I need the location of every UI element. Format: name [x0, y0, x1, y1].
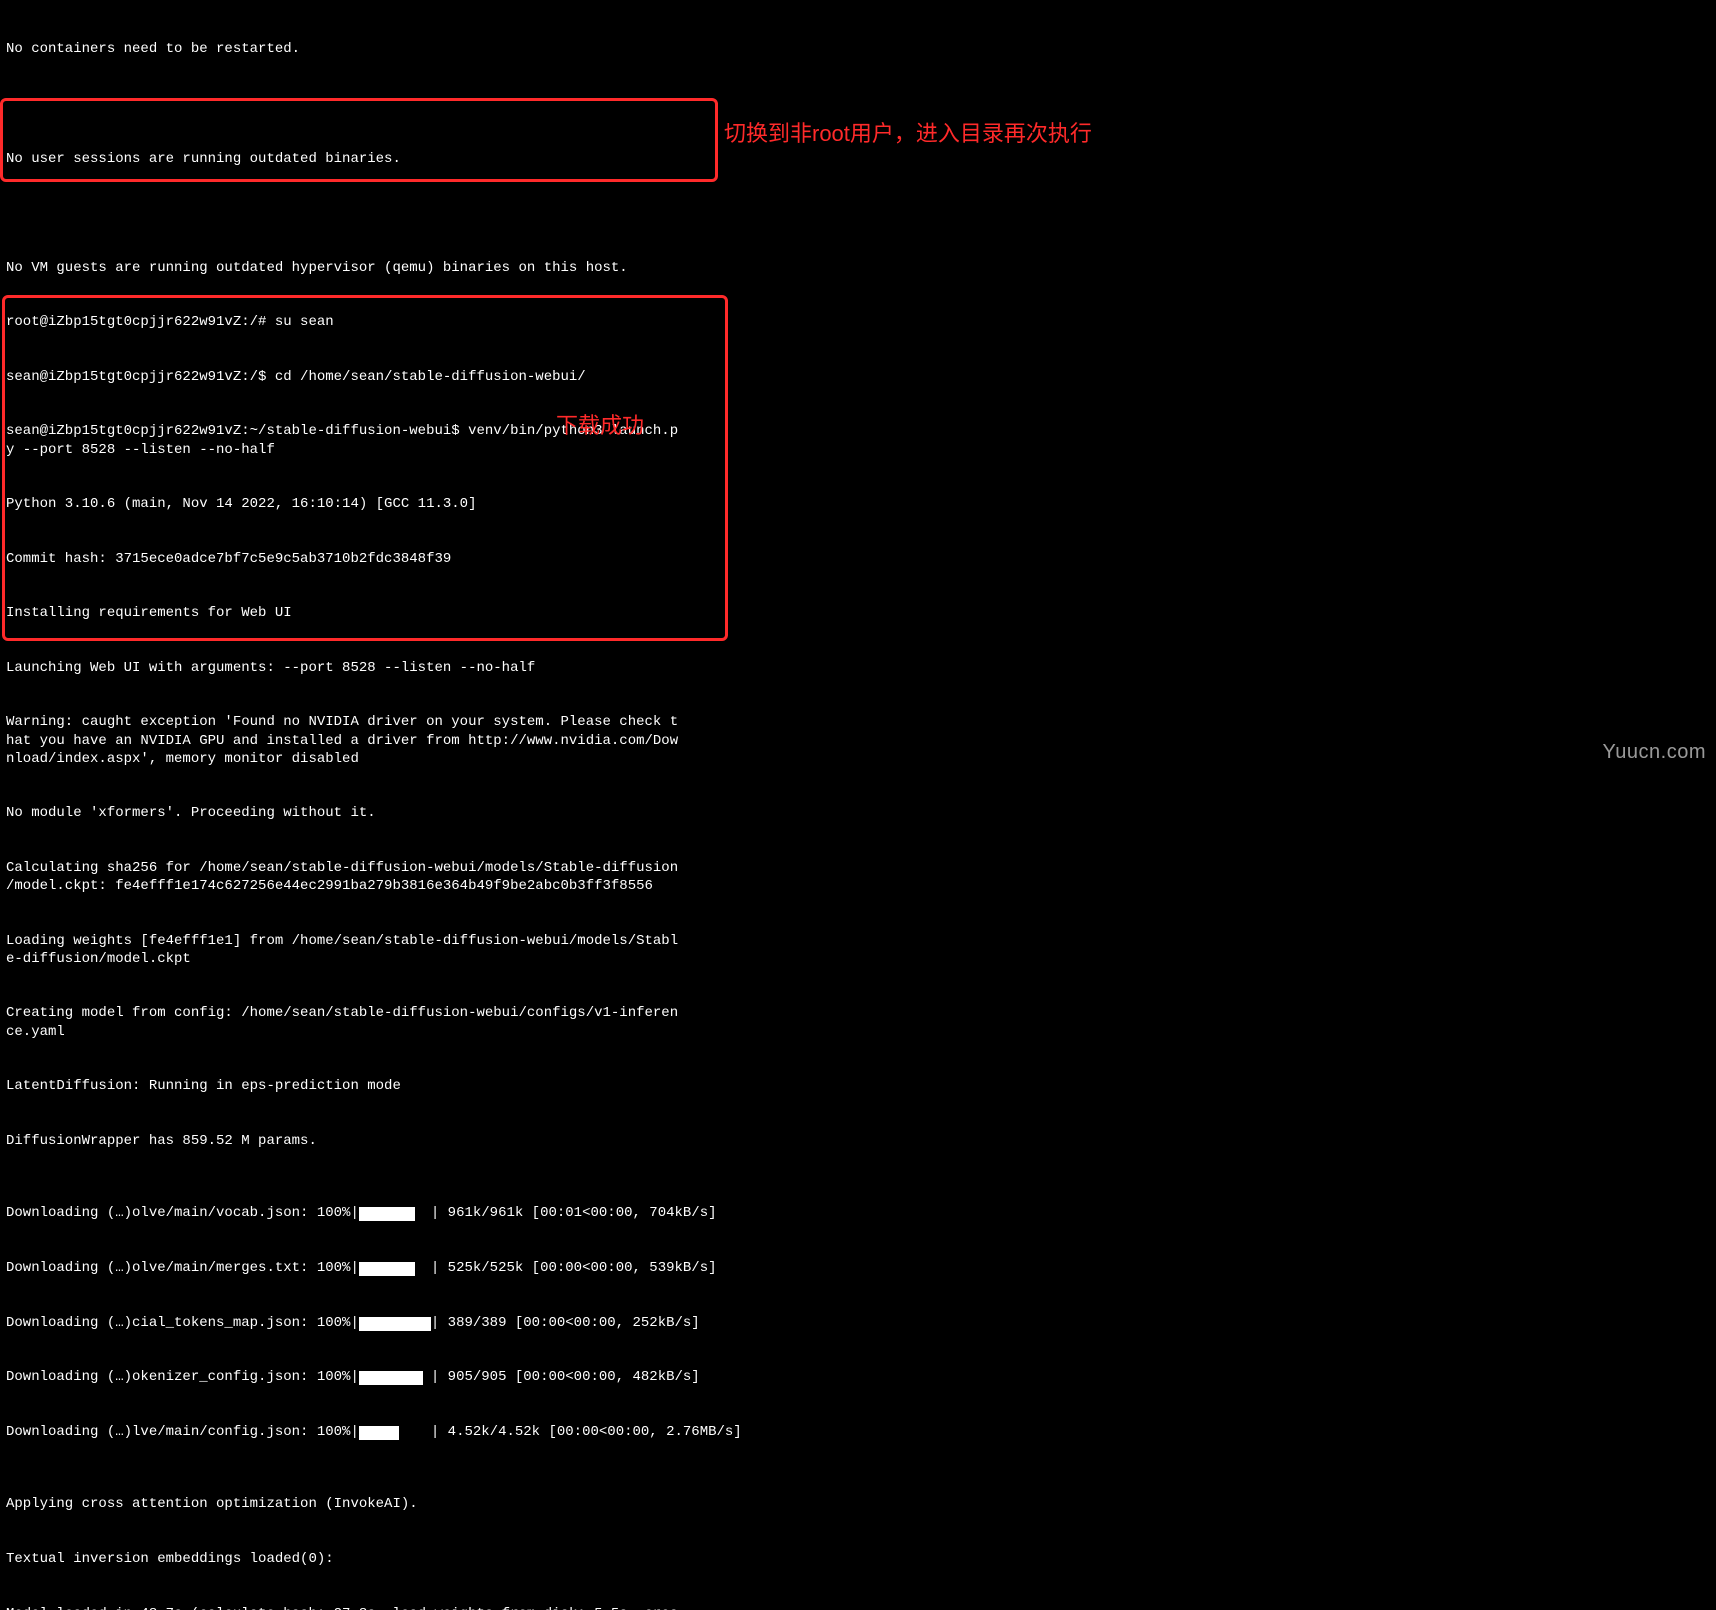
command-line: sean@iZbp15tgt0cpjjr622w91vZ:/$ cd /home… [6, 368, 1710, 386]
command-line: sean@iZbp15tgt0cpjjr622w91vZ:~/stable-di… [6, 422, 1710, 458]
command-line: root@iZbp15tgt0cpjjr622w91vZ:/# su sean [6, 313, 1710, 331]
output-line: Applying cross attention optimization (I… [6, 1495, 1710, 1513]
output-line: Textual inversion embeddings loaded(0): [6, 1550, 1710, 1568]
output-line: Warning: caught exception 'Found no NVID… [6, 713, 1710, 768]
download-progress: Downloading (…)okenizer_config.json: 100… [6, 1368, 1710, 1386]
output-line: Creating model from config: /home/sean/s… [6, 1004, 1710, 1040]
output-line: No user sessions are running outdated bi… [6, 150, 1710, 168]
output-line: Commit hash: 3715ece0adce7bf7c5e9c5ab371… [6, 550, 1710, 568]
output-line: Calculating sha256 for /home/sean/stable… [6, 859, 1710, 895]
output-line: Python 3.10.6 (main, Nov 14 2022, 16:10:… [6, 495, 1710, 513]
output-line: Loading weights [fe4efff1e1] from /home/… [6, 932, 1710, 968]
output-line: Installing requirements for Web UI [6, 604, 1710, 622]
watermark: Yuucn.com [1603, 739, 1706, 765]
download-progress: Downloading (…)cial_tokens_map.json: 100… [6, 1314, 1710, 1332]
output-line: LatentDiffusion: Running in eps-predicti… [6, 1077, 1710, 1095]
download-progress: Downloading (…)olve/main/merges.txt: 100… [6, 1259, 1710, 1277]
terminal-output[interactable]: No containers need to be restarted. No u… [0, 0, 1716, 1610]
output-line [6, 204, 1710, 222]
output-line [6, 95, 1710, 113]
output-line: Launching Web UI with arguments: --port … [6, 659, 1710, 677]
download-progress: Downloading (…)lve/main/config.json: 100… [6, 1423, 1710, 1441]
output-line: No VM guests are running outdated hyperv… [6, 259, 1710, 277]
output-line: Model loaded in 48.7s (calculate hash: 2… [6, 1605, 1710, 1610]
output-line: No containers need to be restarted. [6, 40, 1710, 58]
output-line: No module 'xformers'. Proceeding without… [6, 804, 1710, 822]
download-progress: Downloading (…)olve/main/vocab.json: 100… [6, 1204, 1710, 1222]
output-line: DiffusionWrapper has 859.52 M params. [6, 1132, 1710, 1150]
